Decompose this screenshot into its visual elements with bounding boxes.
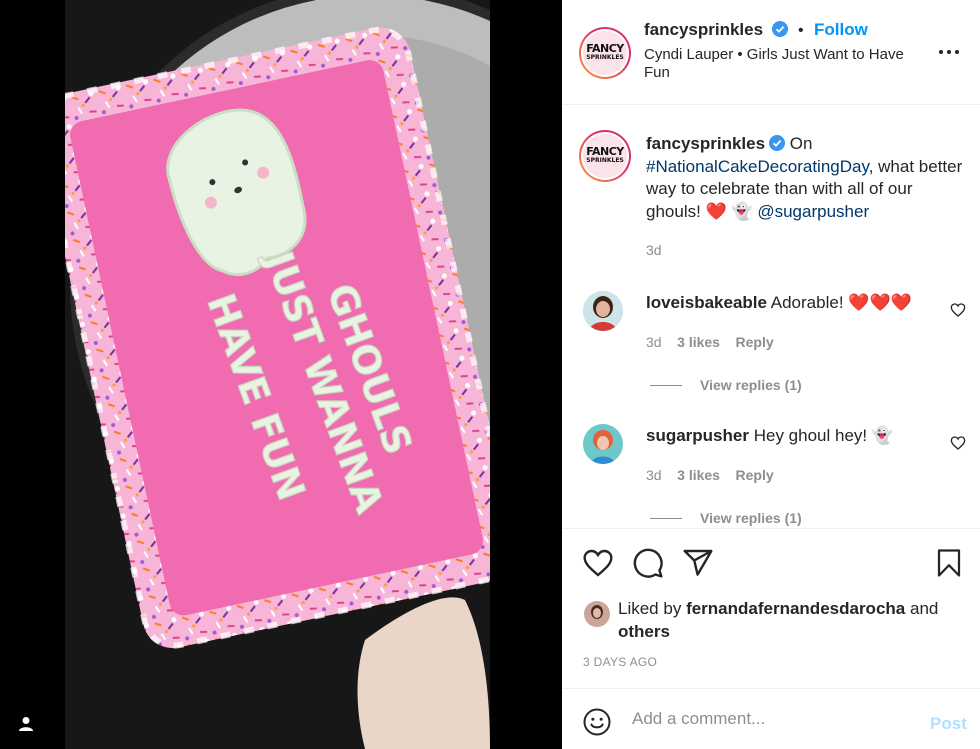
caption-text-before: On — [789, 134, 813, 153]
reply-button[interactable]: Reply — [736, 334, 774, 350]
author-username[interactable]: fancysprinkles — [644, 20, 763, 39]
comment-likes[interactable]: 3 likes — [677, 467, 720, 483]
comment-text: Adorable! — [770, 293, 844, 312]
like-heart-icon[interactable] — [582, 547, 614, 579]
caption-time: 3d — [646, 242, 662, 258]
author-line: fancysprinkles • Follow — [644, 20, 868, 40]
comment-like-heart-icon[interactable] — [950, 302, 966, 318]
post-comment-button[interactable]: Post — [930, 714, 967, 734]
commenter-photo — [583, 291, 623, 331]
verified-badge-icon — [769, 135, 786, 151]
post-header: FANCY SPRINKLES fancysprinkles • Follow … — [562, 0, 980, 105]
comment-username[interactable]: loveisbakeable — [646, 293, 767, 312]
user-icon — [19, 717, 33, 731]
liked-by: Liked by fernandafernandesdarocha and ot… — [618, 597, 958, 643]
more-horizontal-icon — [939, 50, 959, 54]
hashtag-link[interactable]: #NationalCakeDecoratingDay — [646, 157, 869, 176]
comment-time: 3d — [646, 334, 662, 350]
separator-dot: • — [797, 22, 804, 39]
view-replies-button[interactable]: View replies (1) — [650, 377, 802, 393]
comment-username[interactable]: sugarpusher — [646, 426, 749, 445]
comment-emojis: 👻 — [871, 426, 894, 445]
comment-text: Hey ghoul hey! — [753, 426, 868, 445]
view-replies-button[interactable]: View replies (1) — [650, 510, 802, 526]
liked-by-prefix: Liked by — [618, 599, 682, 618]
replies-divider — [650, 384, 682, 386]
comment-like-heart-icon[interactable] — [950, 435, 966, 451]
post-actions: Liked by fernandafernandesdarocha and ot… — [562, 528, 980, 688]
liked-by-user[interactable]: fernandafernandesdarocha — [686, 599, 905, 618]
comment-meta: 3d 3 likes Reply — [646, 467, 774, 483]
more-options-button[interactable] — [937, 40, 961, 69]
commenter-avatar[interactable] — [583, 291, 623, 331]
liker-avatar[interactable] — [584, 601, 610, 627]
fancysprinkles-logo: FANCY SPRINKLES — [583, 134, 627, 178]
cake-photo[interactable]: GHOULS JUST WANNA HAVE FUN — [65, 0, 490, 749]
comment-likes[interactable]: 3 likes — [677, 334, 720, 350]
comment-bubble-icon[interactable] — [632, 547, 664, 579]
comment-time: 3d — [646, 467, 662, 483]
post-media[interactable]: GHOULS JUST WANNA HAVE FUN — [0, 0, 562, 749]
commenter-photo — [583, 424, 623, 464]
caption-username[interactable]: fancysprinkles — [646, 134, 765, 153]
fancysprinkles-logo: FANCY SPRINKLES — [583, 31, 627, 75]
replies-divider — [650, 517, 682, 519]
liker-photo — [584, 601, 610, 627]
post-date[interactable]: 3 DAYS AGO — [583, 655, 657, 669]
view-replies-label: View replies (1) — [700, 377, 802, 393]
commenter-avatar[interactable] — [583, 424, 623, 464]
caption: fancysprinkles On #NationalCakeDecoratin… — [646, 133, 966, 223]
follow-button[interactable]: Follow — [814, 20, 868, 39]
add-comment-bar: Post — [562, 688, 980, 749]
save-bookmark-icon[interactable] — [934, 547, 964, 579]
share-paper-plane-icon[interactable] — [682, 547, 714, 579]
caption-emojis: ❤️ 👻 — [705, 201, 753, 221]
caption-avatar[interactable]: FANCY SPRINKLES — [579, 130, 631, 182]
comment-input[interactable] — [632, 709, 912, 729]
mention-link[interactable]: @sugarpusher — [757, 202, 869, 221]
comments-section[interactable]: FANCY SPRINKLES fancysprinkles On #Natio… — [562, 105, 980, 528]
comment-body: sugarpusher Hey ghoul hey! 👻 — [646, 425, 946, 447]
liked-by-and: and — [909, 599, 939, 618]
emoji-smiley-icon[interactable] — [582, 707, 612, 737]
reply-button[interactable]: Reply — [736, 467, 774, 483]
view-replies-label: View replies (1) — [700, 510, 802, 526]
cake-illustration: GHOULS JUST WANNA HAVE FUN — [65, 0, 490, 749]
verified-badge-icon — [771, 21, 788, 37]
comment-meta: 3d 3 likes Reply — [646, 334, 774, 350]
tagged-users-button[interactable] — [12, 710, 40, 738]
post-side-panel: FANCY SPRINKLES fancysprinkles • Follow … — [562, 0, 980, 749]
liked-by-others[interactable]: others — [618, 622, 670, 641]
author-avatar[interactable]: FANCY SPRINKLES — [579, 27, 631, 79]
comment-emojis: ❤️❤️❤️ — [848, 293, 912, 312]
comment-body: loveisbakeable Adorable! ❤️❤️❤️ — [646, 292, 946, 314]
audio-track-link[interactable]: Cyndi Lauper • Girls Just Want to Have F… — [644, 46, 919, 82]
